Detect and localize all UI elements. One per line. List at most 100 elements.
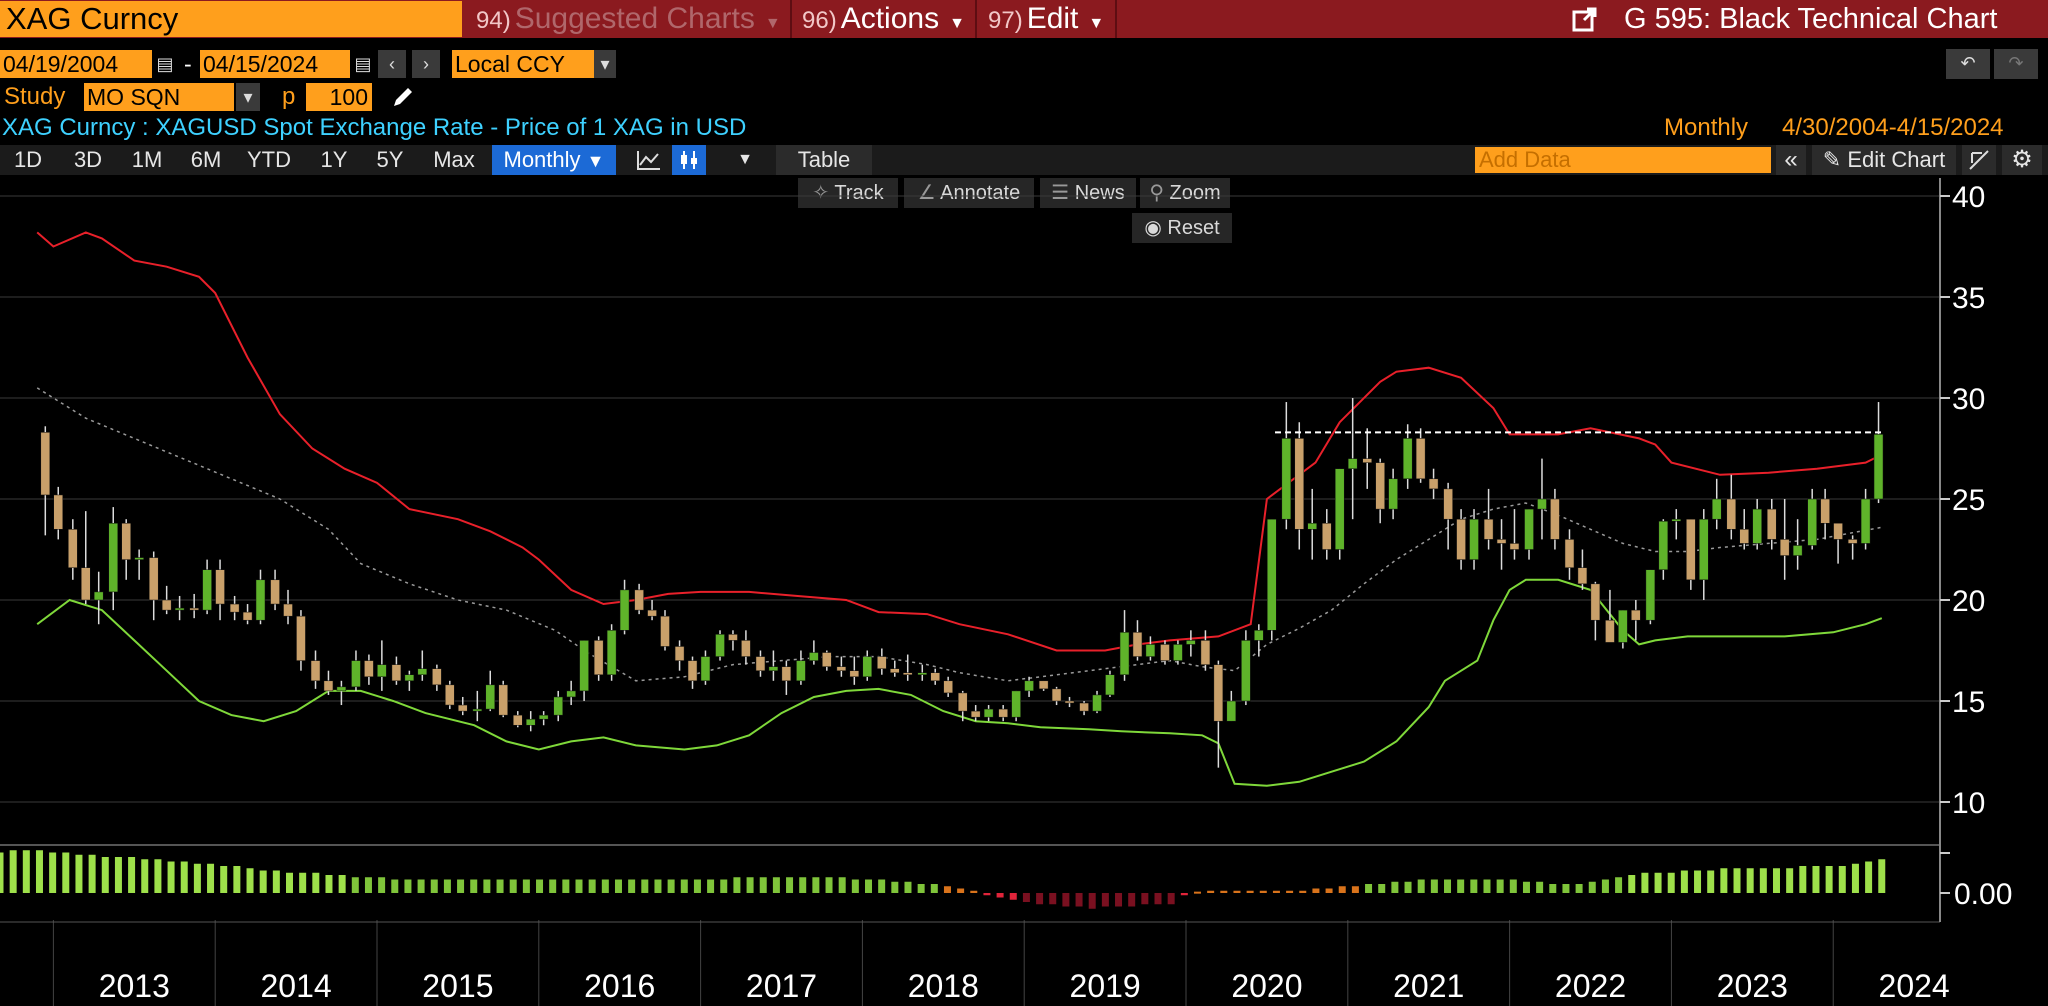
- chevron-down-icon[interactable]: ▾: [236, 83, 260, 111]
- candle-body: [930, 672, 940, 682]
- candle-body: [1631, 609, 1641, 621]
- add-data-input[interactable]: Add Data: [1475, 147, 1771, 173]
- period-1m[interactable]: 1M: [122, 145, 172, 175]
- oscillator-bar: [1444, 879, 1452, 893]
- collapse-icon[interactable]: «: [1776, 145, 1806, 175]
- chevron-down-icon[interactable]: ▼: [734, 145, 756, 175]
- candle-body: [1092, 694, 1102, 712]
- table-button[interactable]: Table: [776, 145, 872, 175]
- candle-body: [1038, 680, 1049, 690]
- candle-body: [1590, 583, 1601, 621]
- candle-body: [741, 640, 751, 657]
- candle-body: [1711, 498, 1722, 520]
- suggested-charts-menu[interactable]: 94) Suggested Charts ▼: [476, 0, 781, 38]
- chevron-down-icon: ▼: [1088, 15, 1105, 32]
- oscillator-bar: [838, 877, 846, 893]
- candle-body: [404, 674, 415, 682]
- calendar-icon[interactable]: ▤: [154, 50, 176, 78]
- period-label: p: [282, 83, 296, 110]
- oscillator-bar: [983, 893, 991, 896]
- menu-number: 94): [476, 7, 511, 34]
- oscillator-bar: [1720, 868, 1728, 893]
- line-chart-icon[interactable]: [632, 145, 666, 175]
- candle-body: [579, 640, 589, 692]
- undo-icon[interactable]: ↶: [1946, 49, 1990, 79]
- currency-select[interactable]: Local CCY: [452, 50, 594, 78]
- end-date-input[interactable]: 04/15/2024: [200, 50, 350, 78]
- redo-icon[interactable]: ↷: [1994, 49, 2038, 79]
- period-max[interactable]: Max: [426, 145, 482, 175]
- pencil-icon[interactable]: [390, 84, 416, 110]
- period-3d[interactable]: 3D: [64, 145, 112, 175]
- ticker-input[interactable]: XAG Curncy: [0, 1, 462, 37]
- study-input[interactable]: MO SQN: [84, 83, 234, 111]
- oscillator-bar: [1522, 881, 1530, 893]
- period-input[interactable]: 100: [306, 83, 372, 111]
- oscillator-bar: [338, 875, 346, 893]
- oscillator-bar: [1786, 868, 1794, 893]
- candle-body: [53, 494, 63, 530]
- period-ytd[interactable]: YTD: [240, 145, 298, 175]
- oscillator-bar: [1009, 893, 1017, 900]
- period-1d[interactable]: 1D: [4, 145, 52, 175]
- candle-body: [1132, 632, 1143, 657]
- candle-body: [202, 569, 212, 611]
- candle-body: [836, 666, 847, 671]
- candle-body: [1105, 674, 1115, 696]
- candle-body: [606, 630, 617, 675]
- oscillator-bar: [0, 852, 4, 893]
- oscillator-bar: [114, 857, 122, 893]
- candle-body: [445, 684, 455, 706]
- oscillator-bar: [404, 879, 412, 893]
- edit-menu[interactable]: 97) Edit ▼: [988, 0, 1104, 38]
- oscillator-bar: [1707, 870, 1715, 893]
- next-arrow-icon[interactable]: ›: [412, 50, 440, 78]
- candle-body: [1011, 690, 1021, 718]
- candle-body: [809, 652, 819, 661]
- candle-body: [660, 615, 670, 647]
- candlestick-icon[interactable]: [672, 145, 706, 175]
- calendar-icon[interactable]: ▤: [352, 50, 374, 78]
- date-range-dash: -: [184, 51, 192, 77]
- candle-body: [336, 686, 347, 692]
- oscillator-bar: [1286, 890, 1294, 893]
- edit-chart-button[interactable]: ✎ Edit Chart: [1812, 145, 1956, 175]
- oscillator-bar: [693, 879, 701, 893]
- candle-body: [161, 599, 172, 611]
- oscillator-bar: [1746, 868, 1754, 893]
- oscillator-bar: [996, 893, 1004, 898]
- chart-settings-icon[interactable]: [1962, 145, 1996, 175]
- period-1y[interactable]: 1Y: [310, 145, 358, 175]
- candle-body: [1051, 688, 1062, 702]
- candle-body: [634, 589, 644, 611]
- launch-external-icon[interactable]: [1572, 6, 1598, 32]
- candle-body: [902, 672, 913, 675]
- candle-body: [1792, 545, 1803, 556]
- candle-body: [1281, 438, 1292, 520]
- candle-body: [1064, 700, 1075, 704]
- candle-body: [1577, 567, 1588, 585]
- x-tick-label: 2021: [1393, 968, 1464, 1004]
- oscillator-bar: [759, 877, 767, 893]
- candle-body: [472, 708, 483, 712]
- period-5y[interactable]: 5Y: [366, 145, 414, 175]
- gear-icon[interactable]: ⚙: [2002, 145, 2042, 175]
- price-chart[interactable]: 10 15 20 25 30 35 40 0.00 2013 2014 2015 2016 2017…: [0, 178, 2048, 1006]
- actions-menu[interactable]: 96) Actions ▼: [802, 0, 965, 38]
- oscillator-bar: [1312, 888, 1320, 893]
- candle-body: [943, 680, 953, 694]
- candle-body: [917, 672, 928, 675]
- frequency-select[interactable]: Monthly ▼: [492, 145, 616, 175]
- previous-arrow-icon[interactable]: ‹: [378, 50, 406, 78]
- candle-body: [728, 634, 738, 641]
- candle-body: [1254, 630, 1264, 641]
- period-6m[interactable]: 6M: [182, 145, 230, 175]
- candle-body: [1200, 640, 1211, 665]
- oscillator-bar: [272, 870, 280, 893]
- candle-body: [1537, 498, 1547, 510]
- start-date-input[interactable]: 04/19/2004: [0, 50, 152, 78]
- candle-body: [1860, 498, 1871, 544]
- oscillator-bar: [957, 888, 965, 893]
- oscillator-bar: [1088, 893, 1096, 909]
- chevron-down-icon[interactable]: ▾: [594, 50, 616, 78]
